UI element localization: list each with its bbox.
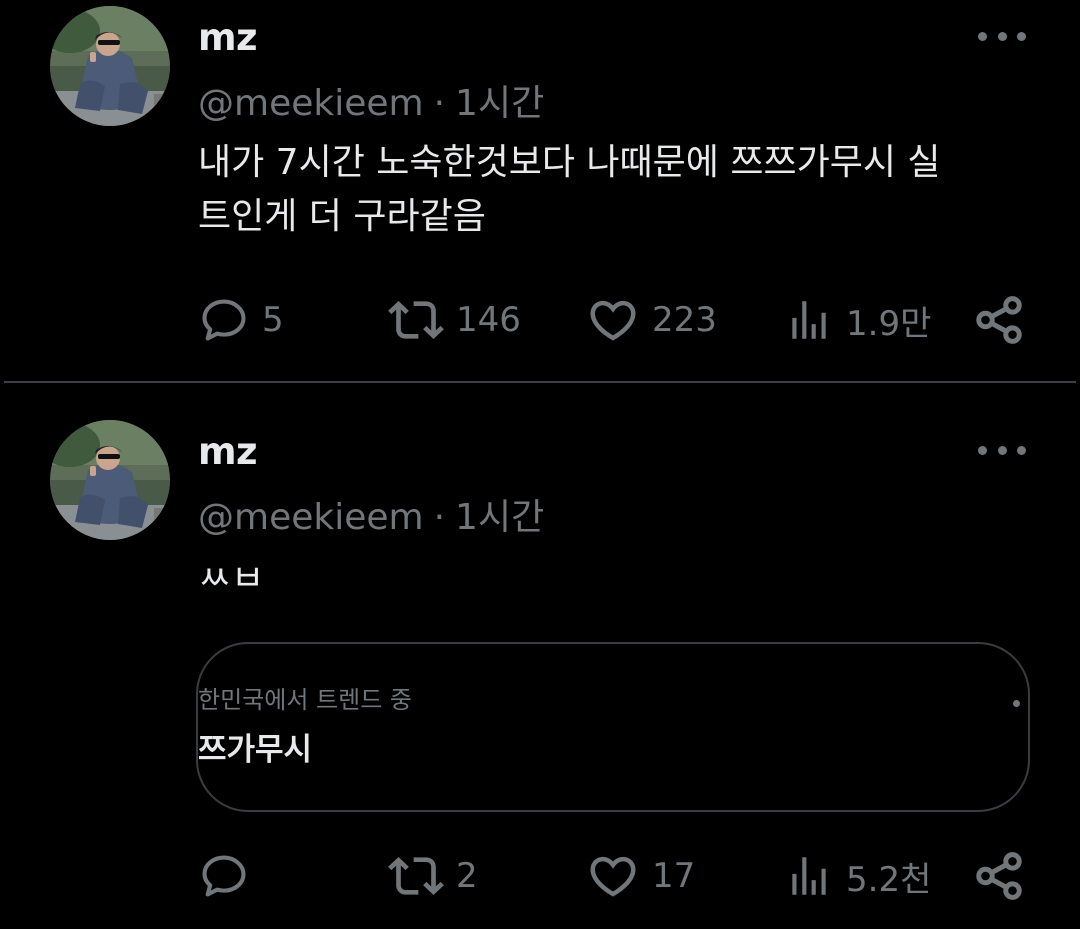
avatar[interactable] bbox=[50, 420, 170, 540]
avatar[interactable] bbox=[50, 6, 170, 126]
reply-button[interactable] bbox=[198, 846, 262, 906]
like-count: 17 bbox=[652, 856, 696, 896]
views-button[interactable]: 1.9만 bbox=[784, 290, 931, 350]
share-icon bbox=[972, 293, 1026, 347]
retweet-icon bbox=[388, 292, 444, 348]
more-icon[interactable] bbox=[978, 440, 1026, 460]
reply-icon bbox=[198, 294, 250, 346]
share-button[interactable] bbox=[972, 846, 1026, 906]
action-bar: 5 146 223 1.9만 bbox=[0, 290, 1080, 350]
retweet-button[interactable]: 2 bbox=[388, 846, 478, 906]
trend-title[interactable]: 쯔가무시 bbox=[198, 724, 312, 769]
meta-separator: · bbox=[433, 497, 446, 538]
reply-icon bbox=[198, 850, 250, 902]
trend-more-icon[interactable] bbox=[1013, 700, 1020, 707]
avatar-image bbox=[50, 6, 170, 126]
like-button[interactable]: 17 bbox=[586, 846, 695, 906]
share-icon bbox=[972, 849, 1026, 903]
like-count: 223 bbox=[652, 300, 717, 340]
action-bar: 2 17 5.2천 bbox=[0, 846, 1080, 906]
handle[interactable]: @meekieem bbox=[198, 83, 424, 124]
trend-card[interactable]: 한민국에서 트렌드 중 쯔가무시 bbox=[196, 642, 1030, 812]
more-icon[interactable] bbox=[978, 26, 1026, 46]
retweet-icon bbox=[388, 848, 444, 904]
tweet-text-line: 트인게 더 구라같음 bbox=[198, 196, 486, 237]
avatar-image bbox=[50, 420, 170, 540]
tweet-meta: @meekieem · 1시간 bbox=[198, 74, 544, 126]
reply-button[interactable]: 5 bbox=[198, 290, 284, 350]
display-name[interactable]: mz bbox=[198, 16, 258, 59]
view-count: 1.9만 bbox=[846, 303, 932, 344]
trend-context: 한민국에서 트렌드 중 bbox=[198, 686, 412, 714]
tweet[interactable]: mz @meekieem · 1시간 내가 7시간 노숙한것보다 나때문에 쯔쯔가무… bbox=[0, 0, 1080, 382]
like-icon bbox=[586, 849, 640, 903]
tweet-text-line: 내가 7시간 노숙한것보다 나때문에 쯔쯔가무시 실 bbox=[198, 142, 941, 183]
tweet[interactable]: mz @meekieem · 1시간 ㅆㅂ 한민국에서 트렌드 중 쯔가무시 2 1… bbox=[0, 384, 1080, 929]
like-button[interactable]: 223 bbox=[586, 290, 717, 350]
views-icon bbox=[784, 295, 834, 345]
divider bbox=[4, 381, 1076, 383]
tweet-meta: @meekieem · 1시간 bbox=[198, 488, 544, 540]
tweet-text: 내가 7시간 노숙한것보다 나때문에 쯔쯔가무시 실 트인게 더 구라같음 bbox=[198, 136, 1038, 244]
meta-separator: · bbox=[433, 83, 446, 124]
retweet-button[interactable]: 146 bbox=[388, 290, 521, 350]
view-count: 5.2천 bbox=[846, 859, 932, 900]
timestamp[interactable]: 1시간 bbox=[455, 83, 544, 124]
retweet-count: 2 bbox=[456, 856, 478, 896]
like-icon bbox=[586, 293, 640, 347]
tweet-text-line: ㅆㅂ bbox=[198, 558, 265, 599]
retweet-count: 146 bbox=[456, 300, 521, 340]
tweet-text: ㅆㅂ bbox=[198, 552, 1038, 606]
reply-count: 5 bbox=[262, 300, 284, 340]
timestamp[interactable]: 1시간 bbox=[455, 497, 544, 538]
views-button[interactable]: 5.2천 bbox=[784, 846, 931, 906]
views-icon bbox=[784, 851, 834, 901]
share-button[interactable] bbox=[972, 290, 1026, 350]
display-name[interactable]: mz bbox=[198, 430, 258, 473]
handle[interactable]: @meekieem bbox=[198, 497, 424, 538]
